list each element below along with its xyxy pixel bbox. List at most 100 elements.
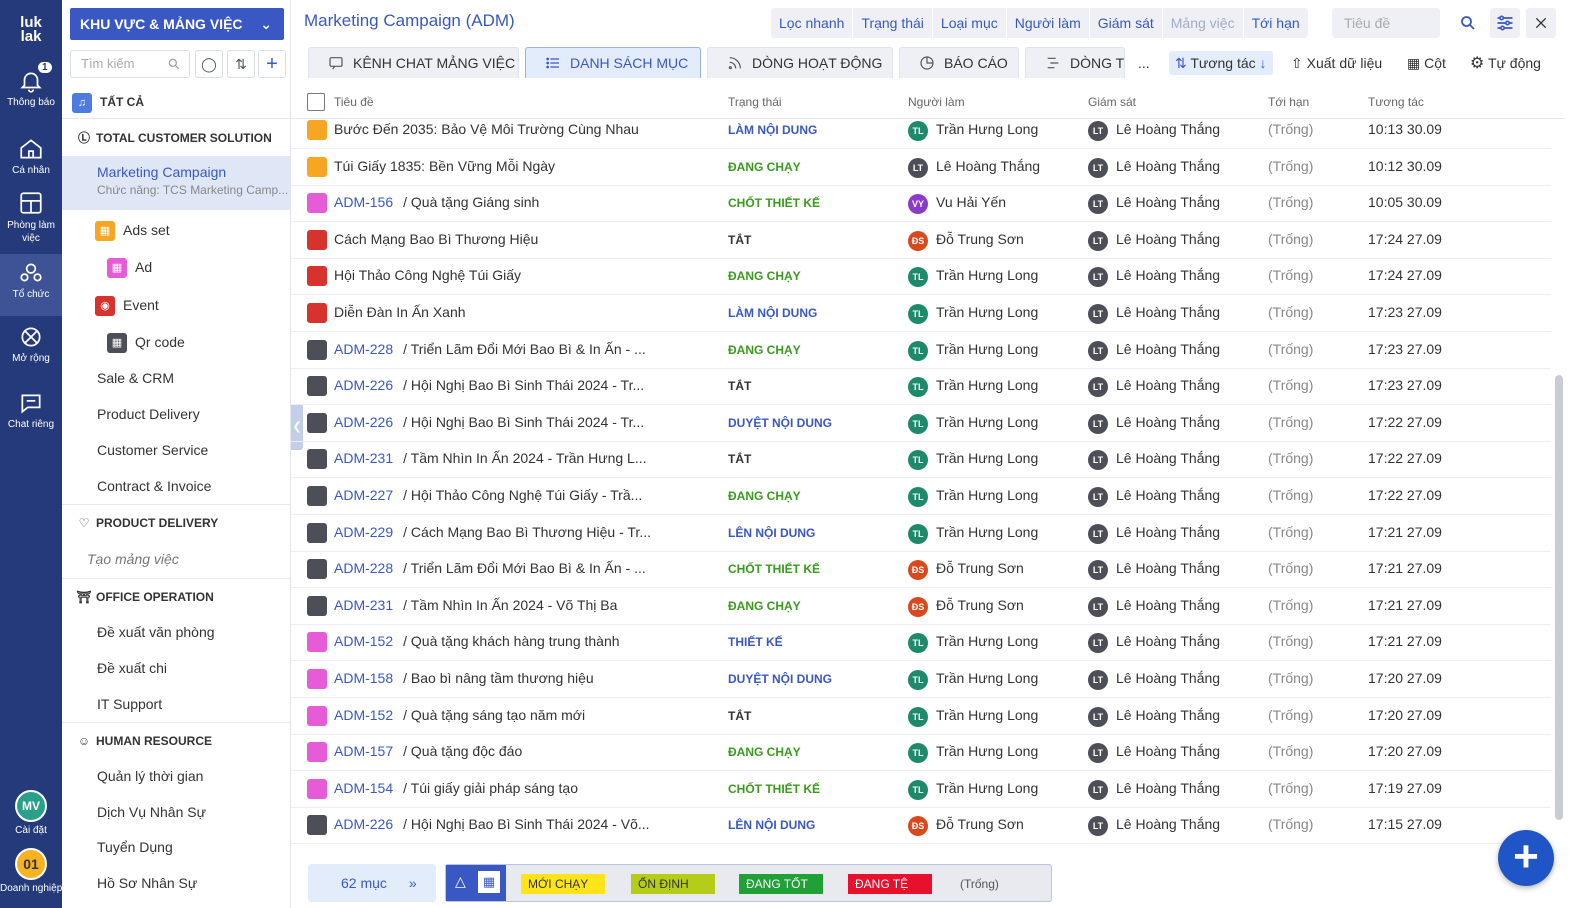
sidebar-item-expense-proposal[interactable]: Đề xuất chi [62,660,291,678]
filter-assignee[interactable]: Người làm [1007,8,1090,38]
table-row[interactable]: ADM-229 / Cách Mạng Bao Bì Thương Hiệu - … [291,515,1551,552]
item-title[interactable]: ADM-226 / Hội Nghị Bao Bì Sinh Thái 2024 … [334,414,644,430]
assignee-cell[interactable]: TL Trần Hưng Long [908,121,1038,141]
table-row[interactable]: ADM-152 / Quà tặng khách hàng trung thành… [291,624,1551,662]
legend-going-well[interactable]: ĐANG TỐT [739,874,823,894]
assignee-cell[interactable]: TL Trần Hưng Long [908,633,1038,654]
status-badge[interactable]: ĐANG CHẠY [728,489,801,503]
assignee-cell[interactable]: TL Trần Hưng Long [908,413,1038,434]
status-badge[interactable]: LÀM NỘI DUNG [728,123,817,137]
assignee-cell[interactable]: VY Vu Hải Yến [908,194,1006,215]
sidebar-item-office-proposal[interactable]: Đề xuất văn phòng [62,624,291,642]
status-badge[interactable]: ĐANG CHẠY [728,269,801,283]
group-human-resource[interactable]: ☺ HUMAN RESOURCE [62,723,291,759]
status-badge[interactable]: LÊN NỘI DUNG [728,526,815,540]
assignee-cell[interactable]: TL Trần Hưng Long [908,377,1038,398]
rail-company[interactable]: 01 Doanh nghiệp [0,848,62,894]
sidebar-item-time-management[interactable]: Quản lý thời gian [62,768,291,786]
due-date[interactable]: (Trống) [1268,194,1313,210]
col-due[interactable]: Tới hạn [1268,95,1309,109]
due-date[interactable]: (Trống) [1268,743,1313,759]
table-row[interactable]: ADM-231 / Tầm Nhìn In Ấn 2024 - Võ Thị Ba… [291,588,1551,625]
status-badge[interactable]: ĐANG CHẠY [728,343,801,357]
table-row[interactable]: ADM-152/ Quà tặng sáng tạo năm mới TẮT TL T… [291,698,1551,735]
sidebar-item-it-support[interactable]: IT Support [62,696,291,714]
sidebar-item-all[interactable]: ♫ TẤT CẢ [62,88,291,116]
supervisor-cell[interactable]: LT Lê Hoàng Thắng [1088,779,1220,800]
due-date[interactable]: (Trống) [1268,780,1313,796]
due-date[interactable]: (Trống) [1268,377,1313,393]
table-row[interactable]: ADM-158 / Bao bì nâng tầm thương hiệu DUYỆ… [291,661,1551,698]
table-row[interactable]: ADM-226 / Hội Nghị Bao Bì Sinh Thái 2024 … [291,405,1551,442]
sidebar-item-ad[interactable]: ▦ Ad [62,255,291,279]
supervisor-cell[interactable]: LT Lê Hoàng Thắng [1088,157,1220,178]
due-date[interactable]: (Trống) [1268,670,1313,686]
supervisor-cell[interactable]: LT Lê Hoàng Thắng [1088,596,1220,617]
assignee-cell[interactable]: TL Trần Hưng Long [908,743,1038,764]
sidebar-item-customer-service[interactable]: Customer Service [62,442,291,460]
sidebar-item-sale-crm[interactable]: Sale & CRM [62,370,291,388]
col-status[interactable]: Trạng thái [728,95,782,109]
item-count-button[interactable]: 62 mục » [308,864,436,902]
filter-status[interactable]: Trạng thái [853,8,933,38]
item-title[interactable]: ADM-152 / Quà tặng khách hàng trung thành [334,633,620,649]
item-title[interactable]: ADM-152 / Quà tặng sáng tạo năm mới [334,707,585,723]
sidebar-item-contract-invoice[interactable]: Contract & Invoice [62,478,291,496]
supervisor-cell[interactable]: LT Lê Hoàng Thắng [1088,230,1220,251]
item-key[interactable]: ADM-228 [334,341,393,357]
legend-toggle-button[interactable]: △ ▦ [446,865,506,901]
sidebar-item-event[interactable]: ◉ Event [62,293,291,317]
status-badge[interactable]: CHỐT THIẾT KẾ [728,562,820,576]
item-title[interactable]: ADM-157 / Quà tặng độc đáo [334,743,522,759]
item-title[interactable]: ADM-154 / Túi giấy giải pháp sáng tạo [334,780,578,796]
assignee-cell[interactable]: TL Trần Hưng Long [908,267,1038,288]
item-title[interactable]: ADM-228 / Triển Lãm Đổi Mới Bao Bì & In Ấ… [334,560,646,576]
filter-due[interactable]: Tới hạn [1244,8,1308,38]
sidebar-item-marketing-campaign[interactable]: Marketing Campaign Chức năng: TCS Market… [62,156,291,210]
supervisor-cell[interactable]: LT Lê Hoàng Thắng [1088,340,1220,361]
sidebar-item-recruitment[interactable]: Tuyển Dụng [62,839,291,857]
col-supervisor[interactable]: Giám sát [1088,95,1136,109]
item-key[interactable]: ADM-158 [334,670,393,686]
col-assignee[interactable]: Người làm [908,95,965,109]
assignee-cell[interactable]: TL Trần Hưng Long [908,304,1038,324]
status-badge[interactable]: ĐANG CHẠY [728,160,801,174]
table-row[interactable]: Diễn Đàn In Ấn Xanh LÀM NỘI DUNG TL Trần Hư… [291,295,1551,332]
assignee-cell[interactable]: LT Lê Hoàng Thắng [908,157,1040,178]
search-button[interactable] [1453,8,1483,38]
tab-workstream-chat[interactable]: KÊNH CHAT MẢNG VIỆC [308,47,519,78]
rail-notifications[interactable]: 1 Thông báo [0,62,62,108]
due-date[interactable]: (Trống) [1268,267,1313,283]
table-row[interactable]: ADM-226 / Hội Nghị Bao Bì Sinh Thái 2024 … [291,368,1551,406]
item-key[interactable]: ADM-154 [334,780,393,796]
due-date[interactable]: (Trống) [1268,597,1313,613]
due-date[interactable]: (Trống) [1268,304,1313,320]
columns-button[interactable]: ▦ Cột [1407,51,1446,75]
assignee-cell[interactable]: TL Trần Hưng Long [908,523,1038,544]
group-tcs[interactable]: Ⓛ TOTAL CUSTOMER SOLUTION [62,120,291,156]
filter-type[interactable]: Loại mục [933,8,1007,38]
item-title[interactable]: Diễn Đàn In Ấn Xanh [334,304,466,320]
status-badge[interactable]: ĐANG CHẠY [728,599,801,613]
assignee-cell[interactable]: ĐS Đỗ Trung Sơn [908,560,1024,581]
sidebar-search-input[interactable]: Tìm kiếm [70,50,190,78]
status-badge[interactable]: TẮT [728,709,751,723]
table-row[interactable]: ADM-228 / Triển Lãm Đổi Mới Bao Bì & In Ấ… [291,551,1551,589]
assignee-cell[interactable]: TL Trần Hưng Long [908,340,1038,361]
table-row[interactable]: Cách Mạng Bao Bì Thương Hiệu TẮT ĐS Đỗ Trun… [291,222,1551,259]
supervisor-cell[interactable]: LT Lê Hoàng Thắng [1088,816,1220,837]
legend-going-badly[interactable]: ĐANG TỆ [848,874,932,894]
supervisor-cell[interactable]: LT Lê Hoàng Thắng [1088,121,1220,141]
legend-stable[interactable]: ỔN ĐỊNH [631,874,715,894]
status-badge[interactable]: LÀM NỘI DUNG [728,306,817,320]
due-date[interactable]: (Trống) [1268,633,1313,649]
table-row[interactable]: ADM-227 / Hội Thảo Công Nghệ Túi Giấy - T… [291,478,1551,515]
item-key[interactable]: ADM-157 [334,743,393,759]
supervisor-cell[interactable]: LT Lê Hoàng Thắng [1088,377,1220,398]
item-key[interactable]: ADM-229 [334,524,393,540]
assignee-cell[interactable]: ĐS Đỗ Trung Sơn [908,816,1024,837]
more-tabs-button[interactable]: ... [1138,51,1150,75]
title-search-input[interactable]: Tiêu đề [1332,8,1440,38]
assignee-cell[interactable]: TL Trần Hưng Long [908,706,1038,727]
export-data-button[interactable]: ⇧ Xuất dữ liệu [1291,51,1382,75]
